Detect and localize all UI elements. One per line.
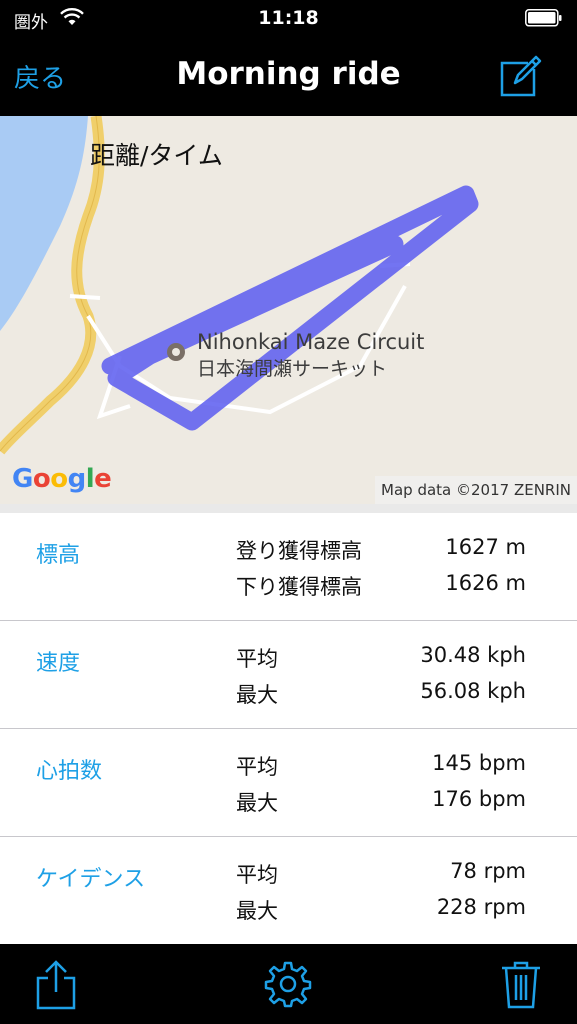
stat-value: 78 rpm (450, 859, 526, 883)
stat-value: 1626 m (445, 571, 526, 595)
stat-row: 登り獲得標高 1627 m (236, 535, 526, 571)
stat-row: 平均 145 bpm (236, 751, 526, 787)
share-icon[interactable] (34, 960, 78, 1014)
route-map[interactable]: 距離/タイム Nihonkai Maze Circuit 日本海間瀬サーキット … (0, 116, 577, 504)
stat-label: 下り獲得標高 (236, 575, 362, 599)
map-label: 距離/タイム (90, 141, 223, 170)
stat-value: 30.48 kph (420, 643, 526, 667)
stat-label: 最大 (236, 791, 278, 815)
edit-icon[interactable] (498, 55, 542, 103)
stats-list: 標高 登り獲得標高 1627 m 下り獲得標高 1626 m 速度 平均 30.… (0, 513, 577, 945)
battery-icon (525, 9, 563, 27)
poi-name-ja: 日本海間瀬サーキット (197, 358, 388, 380)
stat-value: 1627 m (445, 535, 526, 559)
stat-label: 最大 (236, 899, 278, 923)
page-title: Morning ride (176, 56, 401, 92)
navigation-bar: 戻る Morning ride (0, 38, 577, 116)
stat-category: 標高 (36, 543, 81, 568)
stat-row: 下り獲得標高 1626 m (236, 571, 526, 607)
stat-row: 最大 176 bpm (236, 787, 526, 823)
stat-section-elevation: 標高 登り獲得標高 1627 m 下り獲得標高 1626 m (0, 513, 577, 621)
stat-row: 平均 78 rpm (236, 859, 526, 895)
gear-icon[interactable] (264, 960, 312, 1012)
stat-row: 平均 30.48 kph (236, 643, 526, 679)
trash-icon[interactable] (500, 960, 542, 1014)
stat-section-cadence: ケイデンス 平均 78 rpm 最大 228 rpm (0, 837, 577, 945)
map-graphic (0, 116, 479, 455)
stat-value: 56.08 kph (420, 679, 526, 703)
stat-value: 228 rpm (436, 895, 526, 919)
sea-area (0, 116, 88, 331)
stat-category: 速度 (36, 651, 81, 676)
bottom-toolbar (0, 944, 577, 1024)
stat-value: 145 bpm (432, 751, 526, 775)
status-time: 11:18 (258, 7, 319, 29)
google-logo: Google (12, 464, 112, 494)
stat-label: 平均 (236, 863, 278, 887)
stat-row: 最大 228 rpm (236, 895, 526, 931)
stat-section-heart-rate: 心拍数 平均 145 bpm 最大 176 bpm (0, 729, 577, 837)
route-line (101, 185, 479, 431)
stat-label: 平均 (236, 647, 278, 671)
stat-label: 登り獲得標高 (236, 539, 362, 563)
section-divider (0, 504, 577, 513)
stat-category: 心拍数 (36, 759, 103, 784)
stat-label: 平均 (236, 755, 278, 779)
stat-category: ケイデンス (36, 867, 146, 892)
stat-row: 最大 56.08 kph (236, 679, 526, 715)
poi-name: Nihonkai Maze Circuit (197, 330, 425, 354)
status-bar: 圏外 11:18 (0, 0, 577, 38)
stat-value: 176 bpm (432, 787, 526, 811)
stat-section-speed: 速度 平均 30.48 kph 最大 56.08 kph (0, 621, 577, 729)
map-attribution: Map data ©2017 ZENRIN (375, 476, 577, 504)
stat-label: 最大 (236, 683, 278, 707)
